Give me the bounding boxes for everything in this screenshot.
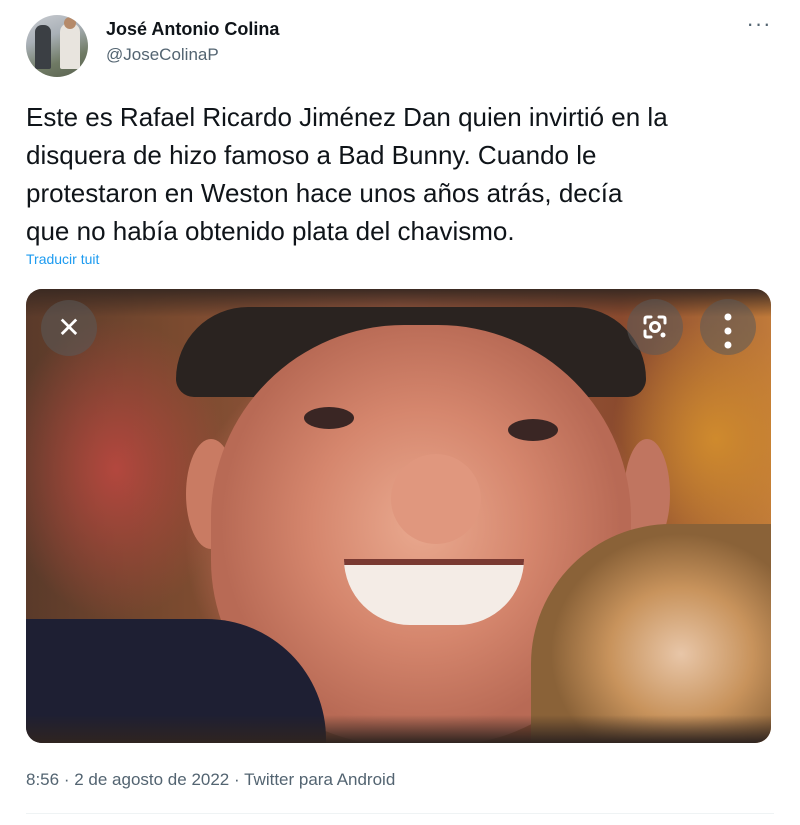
avatar-figure	[60, 23, 80, 69]
tweet-date[interactable]: 2 de agosto de 2022	[74, 770, 229, 789]
avatar-figure-head	[64, 17, 76, 29]
photo-nose	[391, 454, 481, 544]
meta-separator: ·	[63, 770, 70, 789]
avatar[interactable]	[26, 15, 88, 77]
photo-eye	[508, 419, 558, 441]
photo-eye	[304, 407, 354, 429]
more-options-icon[interactable]: ···	[744, 13, 774, 38]
divider	[26, 813, 774, 814]
tweet-text-line: Este es Rafael Ricardo Jiménez Dan quien…	[26, 102, 668, 132]
tweet-text: Este es Rafael Ricardo Jiménez Dan quien…	[26, 98, 776, 250]
tweet-text-line: disquera de hizo famoso a Bad Bunny. Cua…	[26, 140, 597, 170]
photo-bottom-band	[26, 715, 771, 743]
author-name[interactable]: José Antonio Colina	[106, 19, 279, 40]
tweet-time[interactable]: 8:56	[26, 770, 59, 789]
tweet: José Antonio Colina @JoseColinaP ··· Est…	[0, 0, 800, 825]
tweet-photo[interactable]: ✕ • • •	[26, 289, 771, 743]
tweet-text-line: protestaron en Weston hace unos años atr…	[26, 178, 623, 208]
tweet-metadata: 8:56 · 2 de agosto de 2022 · Twitter par…	[26, 770, 395, 790]
close-icon[interactable]: ✕	[41, 300, 97, 356]
author-handle[interactable]: @JoseColinaP	[106, 45, 219, 65]
avatar-figure	[35, 25, 51, 69]
google-lens-icon[interactable]	[627, 299, 683, 355]
tweet-source[interactable]: Twitter para Android	[244, 770, 395, 789]
vertical-ellipsis-icon[interactable]: • • •	[700, 299, 756, 358]
translate-tweet-link[interactable]: Traducir tuit	[26, 251, 99, 267]
meta-separator: ·	[234, 770, 240, 789]
tweet-text-line: que no había obtenido plata del chavismo…	[26, 216, 515, 246]
